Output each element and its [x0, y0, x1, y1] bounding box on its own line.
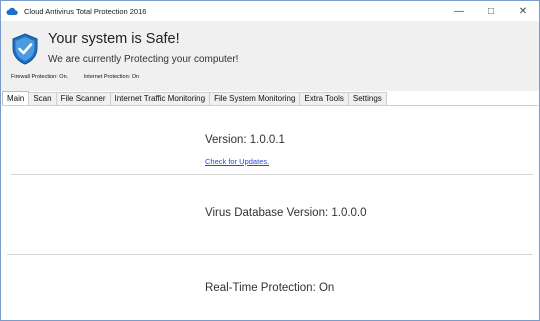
shield-check-icon [11, 33, 39, 65]
status-subtitle: We are currently Protecting your compute… [48, 54, 239, 65]
title-bar[interactable]: Cloud Antivirus Total Protection 2016 — … [1, 1, 539, 21]
app-window: Cloud Antivirus Total Protection 2016 — … [0, 0, 540, 321]
tab-file-system-monitoring[interactable]: File System Monitoring [209, 92, 301, 105]
cloud-icon [6, 6, 18, 16]
tab-main[interactable]: Main [2, 91, 30, 105]
internet-protection-status: Internet Protection: On [83, 74, 140, 80]
status-title: Your system is Safe! [48, 31, 180, 47]
tab-settings[interactable]: Settings [347, 92, 387, 105]
firewall-protection-status: Firewall Protection: On. [11, 74, 69, 80]
maximize-icon: □ [487, 5, 495, 17]
tab-internet-traffic-monitoring[interactable]: Internet Traffic Monitoring [109, 92, 211, 105]
check-updates-link[interactable]: Check for Updates. [205, 157, 269, 166]
tab-file-scanner[interactable]: File Scanner [55, 92, 111, 105]
divider-bottom [7, 254, 532, 255]
close-icon: ✕ [518, 5, 528, 17]
virus-database-version-label: Virus Database Version: 1.0.0.0 [205, 207, 367, 219]
tab-bar: Main Scan File Scanner Internet Traffic … [2, 91, 387, 105]
protection-status-line: Firewall Protection: On. Internet Protec… [11, 74, 153, 80]
minimize-icon: — [454, 5, 464, 17]
close-button[interactable]: ✕ [507, 1, 539, 21]
maximize-button[interactable]: □ [475, 1, 507, 21]
tab-extra-tools[interactable]: Extra Tools [299, 92, 349, 105]
status-header: Your system is Safe! We are currently Pr… [1, 21, 539, 91]
window-title: Cloud Antivirus Total Protection 2016 [24, 6, 147, 16]
minimize-button[interactable]: — [443, 1, 475, 21]
version-label: Version: 1.0.0.1 [205, 134, 285, 146]
tab-scan[interactable]: Scan [28, 92, 57, 105]
main-tab-panel: Version: 1.0.0.1 Check for Updates. Viru… [2, 105, 538, 320]
realtime-protection-status: Real-Time Protection: On [205, 282, 335, 294]
divider-top [11, 174, 533, 175]
